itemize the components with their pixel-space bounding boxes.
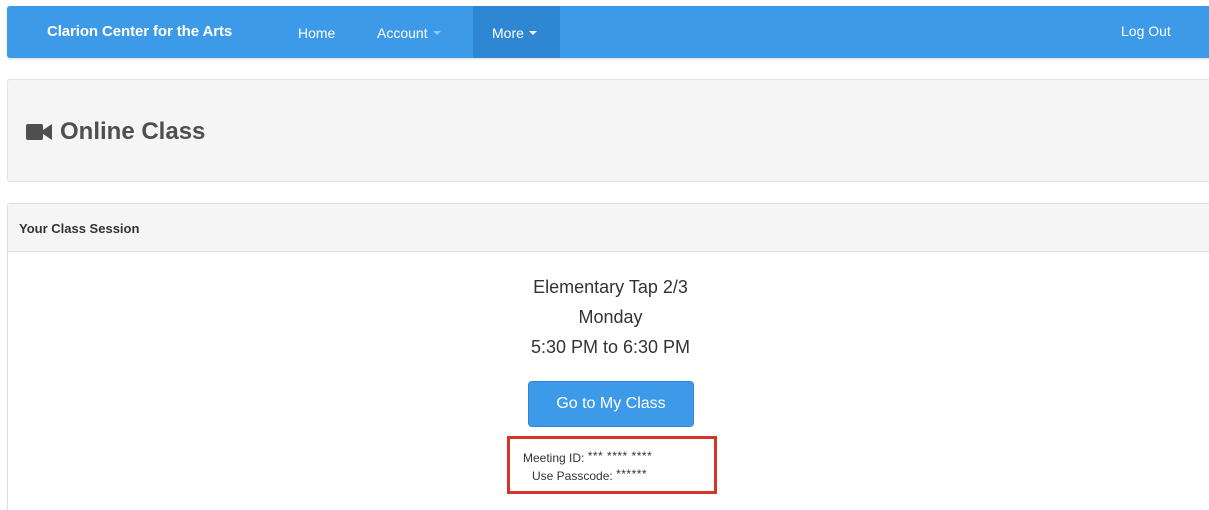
page-title-text: Online Class bbox=[60, 118, 206, 145]
meeting-id-value: *** **** **** bbox=[587, 449, 653, 463]
nav-more-label: More bbox=[492, 25, 537, 41]
video-camera-icon bbox=[26, 124, 52, 140]
class-day: Monday bbox=[578, 307, 643, 327]
meeting-id-label: Meeting ID: bbox=[523, 451, 585, 465]
page-header: Online Class bbox=[7, 79, 1209, 182]
class-name: Elementary Tap 2/3 bbox=[533, 277, 688, 297]
passcode-line: Use Passcode: ****** bbox=[532, 467, 647, 483]
meeting-id-line: Meeting ID: *** **** **** bbox=[523, 449, 652, 465]
passcode-value: ****** bbox=[616, 467, 648, 481]
logout-link[interactable]: Log Out bbox=[1121, 23, 1171, 39]
class-session-panel: Your Class Session Elementary Tap 2/3 Mo… bbox=[7, 203, 1209, 510]
class-time: 5:30 PM to 6:30 PM bbox=[530, 337, 691, 357]
brand-link[interactable]: Clarion Center for the Arts bbox=[47, 23, 232, 40]
nav-more-dropdown[interactable]: More bbox=[473, 6, 560, 58]
page-title: Online Class bbox=[26, 118, 205, 146]
panel-heading: Your Class Session bbox=[8, 204, 1209, 252]
meeting-info-highlight: Meeting ID: *** **** **** Use Passcode: … bbox=[507, 436, 717, 494]
chevron-down-icon bbox=[528, 31, 537, 35]
nav-account-dropdown[interactable]: Account bbox=[377, 25, 441, 41]
nav-home-link[interactable]: Home bbox=[298, 25, 335, 41]
chevron-down-icon bbox=[432, 31, 441, 35]
top-navbar: Clarion Center for the Arts Home Account… bbox=[7, 6, 1209, 58]
passcode-label: Use Passcode: bbox=[532, 469, 613, 483]
nav-account-label: Account bbox=[377, 25, 428, 41]
go-to-class-button[interactable]: Go to My Class bbox=[528, 381, 694, 427]
